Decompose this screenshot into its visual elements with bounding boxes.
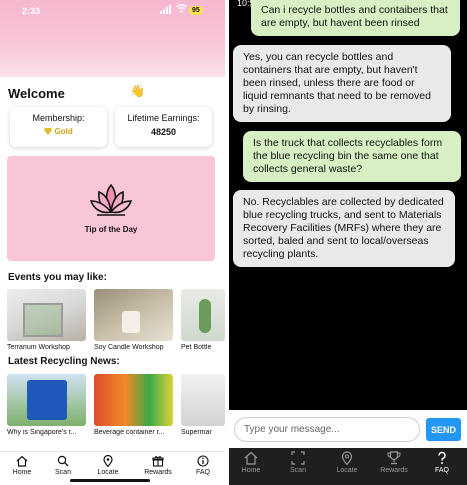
event-caption: Soy Candle Workshop <box>94 344 164 351</box>
news-image <box>7 374 86 426</box>
status-time: 2:33 <box>22 6 41 16</box>
home-screen: 2:33 95 Welcome 👋 Membership: Gold Lifet… <box>0 0 225 485</box>
tab-scan[interactable]: Scan <box>41 455 85 476</box>
question-icon <box>438 451 446 464</box>
tab-home[interactable]: Home <box>0 455 44 476</box>
bottom-tab-bar: Home Scan Locate Rewards FAQ <box>229 448 467 485</box>
news-caption: Supermar <box>181 429 212 436</box>
earnings-card[interactable]: Lifetime Earnings: 48250 <box>115 107 212 147</box>
wave-icon: 👋 <box>130 84 145 98</box>
event-image <box>181 289 225 341</box>
trophy-icon <box>387 451 401 465</box>
user-message: Is the truck that collects recyclables f… <box>243 131 461 182</box>
news-caption: Beverage container r... <box>94 429 165 436</box>
tab-locate[interactable]: Locate <box>325 451 369 474</box>
membership-tier-label: Gold <box>54 127 73 136</box>
tab-rewards[interactable]: Rewards <box>372 451 416 474</box>
home-icon <box>16 455 28 467</box>
faq-chat-screen: 10:5 Can i recycle bottles and contaiber… <box>229 0 467 485</box>
user-message: Can i recycle bottles and contaibers tha… <box>251 0 460 36</box>
lotus-icon <box>90 183 132 216</box>
event-caption: Terrarium Workshop <box>7 344 70 351</box>
event-card[interactable]: Pet Bottle <box>181 289 225 351</box>
scan-frame-icon <box>291 451 305 465</box>
tab-label: FAQ <box>434 467 449 474</box>
events-carousel[interactable]: Terrarium Workshop Soy Candle Workshop P… <box>7 289 225 359</box>
events-heading: Events you may like: <box>8 272 107 283</box>
news-card[interactable]: Supermar <box>181 374 225 436</box>
tab-label: Locate <box>97 469 119 476</box>
event-image <box>7 289 86 341</box>
bot-message: No. Recyclables are collected by dedicat… <box>233 190 455 267</box>
news-image <box>181 374 225 426</box>
home-icon <box>244 451 258 465</box>
news-caption: Why is Singapore's r... <box>7 429 77 436</box>
tab-label: Home <box>241 467 261 474</box>
event-card[interactable]: Soy Candle Workshop <box>94 289 173 351</box>
map-pin-icon <box>103 455 113 467</box>
event-caption: Pet Bottle <box>181 344 212 351</box>
earnings-title: Lifetime Earnings: <box>127 113 200 123</box>
tab-faq[interactable]: FAQ <box>181 455 225 476</box>
welcome-heading: Welcome <box>8 86 65 101</box>
news-card[interactable]: Why is Singapore's r... <box>7 374 86 436</box>
status-bar: 2:33 95 <box>0 0 225 22</box>
tab-label: Rewards <box>380 467 408 474</box>
send-button[interactable]: SEND <box>426 418 461 441</box>
tab-label: Scan <box>290 467 306 474</box>
battery-badge: 95 <box>189 6 203 15</box>
tip-label: Tip of the Day <box>84 225 138 234</box>
bot-message: Yes, you can recycle bottles and contain… <box>233 45 451 122</box>
tab-label: Rewards <box>144 469 172 476</box>
news-carousel[interactable]: Why is Singapore's r... Beverage contain… <box>7 374 225 444</box>
message-input[interactable] <box>234 417 420 442</box>
info-icon <box>197 455 209 467</box>
tab-scan[interactable]: Scan <box>276 451 320 474</box>
tab-home[interactable]: Home <box>229 451 273 474</box>
tip-of-the-day-card[interactable]: Tip of the Day <box>7 156 215 261</box>
tab-label: Scan <box>55 469 71 476</box>
gift-icon <box>152 456 164 467</box>
home-indicator <box>70 479 150 482</box>
tab-label: Locate <box>336 467 358 474</box>
tab-rewards[interactable]: Rewards <box>136 455 180 476</box>
tab-faq[interactable]: FAQ <box>420 451 464 474</box>
search-icon <box>57 455 69 467</box>
tab-label: FAQ <box>195 469 210 476</box>
news-heading: Latest Recycling News: <box>8 356 120 367</box>
news-card[interactable]: Beverage container r... <box>94 374 173 436</box>
signal-icon <box>160 5 172 16</box>
message-composer: SEND <box>229 410 467 448</box>
membership-card[interactable]: Membership: Gold <box>10 107 107 147</box>
event-card[interactable]: Terrarium Workshop <box>7 289 86 351</box>
earnings-value: 48250 <box>150 127 177 137</box>
map-pin-icon <box>341 451 353 465</box>
tab-label: Home <box>12 469 32 476</box>
wifi-icon <box>176 4 187 15</box>
membership-title: Membership: <box>32 113 85 123</box>
event-image <box>94 289 173 341</box>
news-image <box>94 374 173 426</box>
membership-tier: Gold <box>10 127 107 136</box>
tab-locate[interactable]: Locate <box>86 455 130 476</box>
gem-icon <box>44 127 54 136</box>
